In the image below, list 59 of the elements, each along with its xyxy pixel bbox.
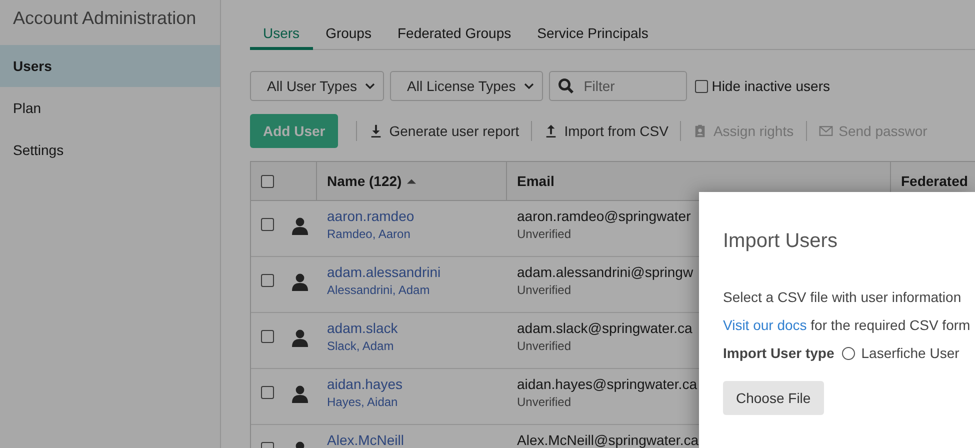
import-type-label: Import User type [723,345,834,361]
sidebar-item[interactable]: Plan [0,87,220,129]
user-icon [292,273,308,291]
user-type-select[interactable]: All User Types [250,71,384,101]
search-input[interactable]: Filter [582,77,676,95]
status-text: Unverified [517,227,572,241]
checkbox[interactable] [260,174,274,188]
toolbar-button[interactable]: Import from CSV [542,123,670,139]
checkbox[interactable] [260,218,274,231]
tab[interactable]: Groups [312,20,384,50]
checkbox[interactable] [260,330,274,343]
radio-button[interactable] [842,346,856,360]
email-text: adam.slack@springwater.ca [517,320,692,336]
full-name-link[interactable]: Hayes, Aidan [327,395,398,409]
email-text: aaron.ramdeo@springwater [517,208,691,224]
docs-link[interactable]: Visit our docs [723,317,807,333]
badge-icon [693,124,708,138]
user-icon [292,217,308,235]
full-name-link[interactable]: Alessandrini, Adam [327,283,430,297]
column-header[interactable]: Name (122) [317,162,507,200]
description-text: Select a CSV file with user information [723,289,962,305]
tab[interactable]: Service Principals [524,20,662,50]
upload-icon [544,124,558,138]
full-name-link[interactable]: Slack, Adam [327,339,394,353]
sidebar-item[interactable]: Settings [0,129,220,171]
full-name-link[interactable]: Ramdeo, Aaron [327,227,410,241]
username-link[interactable]: aaron.ramdeo [327,208,414,224]
sidebar-title: Account Administration [12,7,198,30]
toolbar-button[interactable]: Generate user report [367,123,522,139]
mail-icon [818,124,833,138]
chevron-down-icon [524,83,534,89]
checkbox[interactable] [694,80,708,92]
checkbox-label: Hide inactive users [712,78,830,94]
status-text: Unverified [517,339,572,353]
status-text: Unverified [517,395,572,409]
dialog-title: Import Users [723,230,838,253]
checkbox[interactable] [260,274,274,287]
download-icon [369,124,384,138]
choose-file-button[interactable]: Choose File [723,381,824,415]
user-icon [292,385,308,403]
search-icon [558,78,574,94]
license-type-select[interactable]: All License Types [390,71,543,101]
username-link[interactable]: adam.slack [327,320,398,336]
email-text: adam.alessandrini@springw [517,264,694,280]
checkbox[interactable] [260,386,274,399]
search-box[interactable]: Filter [548,71,687,101]
username-link[interactable]: aidan.hayes [327,376,403,392]
radio-label: Laserfiche User [861,345,960,361]
chevron-down-icon [365,83,375,89]
docs-text: for the required CSV form [810,317,970,333]
username-link[interactable]: adam.alessandrini [327,264,441,280]
tab[interactable]: Users [250,20,313,50]
status-text: Unverified [517,283,572,297]
tab[interactable]: Federated Groups [384,20,524,50]
username-link[interactable]: Alex.McNeill [327,432,404,448]
email-text: Alex.McNeill@springwater.ca [517,432,698,448]
sidebar-item[interactable]: Users [0,45,220,87]
email-text: aidan.hayes@springwater.ca [517,376,697,392]
user-icon [292,329,308,347]
